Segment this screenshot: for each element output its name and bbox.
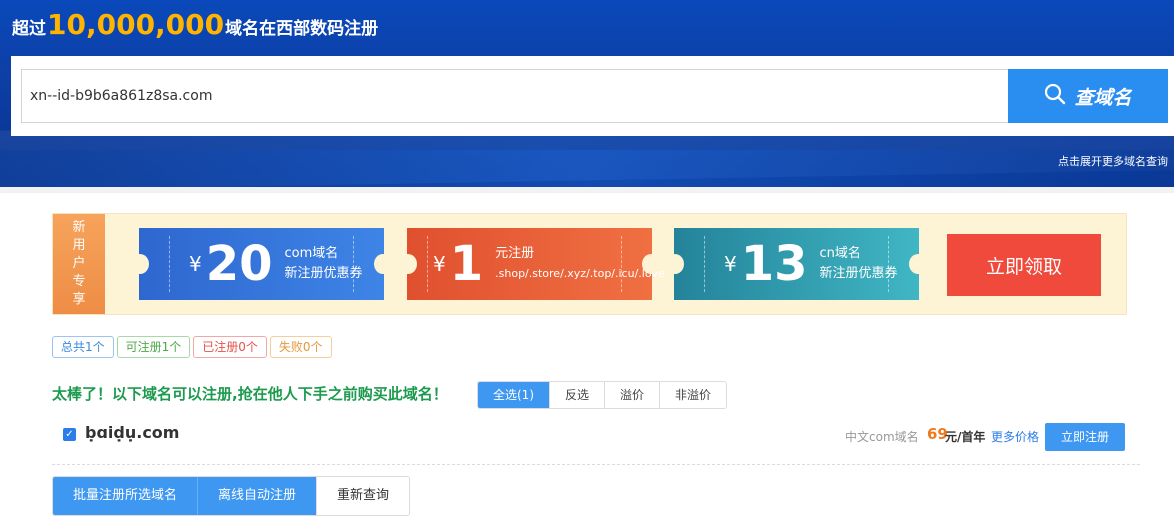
claim-coupons-button[interactable]: 立即领取	[947, 234, 1101, 296]
result-stats: 总共1个 可注册1个 已注册0个 失败0个	[52, 336, 332, 358]
promo-side-char: 享	[72, 292, 86, 307]
stat-failed-badge[interactable]: 失败0个	[269, 336, 332, 358]
filter-premium[interactable]: 溢价	[604, 382, 660, 408]
search-domain-button[interactable]: 查域名	[1008, 69, 1168, 123]
domain-checkbox[interactable]: ✓	[63, 428, 76, 441]
coupon-com[interactable]: ¥ 20 com域名 新注册优惠券	[131, 228, 392, 300]
stat-available-badge[interactable]: 可注册1个	[116, 336, 191, 358]
stat-registered-badge[interactable]: 已注册0个	[193, 336, 267, 358]
new-user-promo: 新 用 户 专 享 ¥ 20 com域名 新注册优惠券 ¥ 1 元注册 .sho…	[52, 213, 1127, 315]
results-panel: 新 用 户 专 享 ¥ 20 com域名 新注册优惠券 ¥ 1 元注册 .sho…	[0, 193, 1174, 531]
coupon-amount: 20	[205, 236, 273, 292]
coupon-one-yuan[interactable]: ¥ 1 元注册 .shop/.store/.xyz/.top/.icu/.lov…	[399, 228, 665, 300]
hero-title: 超过 10,000,000 域名在西部数码注册	[12, 8, 378, 42]
hero-title-prefix: 超过	[12, 19, 46, 39]
expand-more-link[interactable]: 点击展开更多域名查询	[1058, 153, 1168, 169]
price-unit: 元/首年	[945, 430, 986, 444]
coupon-title: com域名	[284, 246, 339, 261]
requery-button[interactable]: 重新查询	[316, 477, 410, 515]
batch-register-button[interactable]: 批量注册所选域名	[53, 477, 198, 515]
stat-total-badge[interactable]: 总共1个	[52, 336, 114, 358]
offline-register-button[interactable]: 离线自动注册	[197, 477, 317, 515]
bulk-actions: 批量注册所选域名 离线自动注册 重新查询	[52, 476, 411, 516]
coupon-amount: 13	[740, 236, 808, 292]
coupon-title: cn域名	[819, 246, 861, 261]
coupon-subtitle: .shop/.store/.xyz/.top/.icu/.love	[495, 267, 665, 280]
coupon-currency: ¥	[433, 252, 446, 276]
search-button-label: 查域名	[1074, 86, 1132, 109]
hero-title-suffix: 域名在西部数码注册	[225, 19, 379, 39]
coupon-currency: ¥	[724, 252, 737, 276]
filter-select-all[interactable]: 全选(1)	[478, 382, 549, 408]
available-headline: 太棒了！以下域名可以注册,抢在他人下手之前购买此域名！	[52, 385, 448, 403]
coupon-cn[interactable]: ¥ 13 cn域名 新注册优惠券	[666, 228, 927, 300]
coupon-subtitle: 新注册优惠券	[819, 266, 898, 281]
promo-side-char: 用	[72, 238, 86, 253]
search-panel: 查域名	[11, 56, 1174, 136]
promo-side-label: 新 用 户 专 享	[53, 214, 113, 314]
domain-type: 中文com域名	[845, 430, 919, 444]
more-price-link[interactable]: 更多价格	[991, 428, 1039, 445]
hero-title-number: 10,000,000	[47, 8, 225, 41]
domain-search-input[interactable]	[21, 69, 1009, 123]
promo-side-char: 户	[72, 256, 86, 271]
promo-side-char: 专	[72, 274, 86, 289]
selection-filter-group: 全选(1) 反选 溢价 非溢价	[477, 381, 728, 409]
coupon-subtitle: 新注册优惠券	[284, 266, 363, 281]
search-icon	[1044, 83, 1066, 110]
filter-invert[interactable]: 反选	[549, 382, 605, 408]
promo-side-char: 新	[72, 220, 86, 235]
coupon-currency: ¥	[189, 252, 202, 276]
coupon-amount: 1	[449, 236, 484, 292]
filter-non-premium[interactable]: 非溢价	[659, 382, 727, 408]
hero-banner: 超过 10,000,000 域名在西部数码注册 查域名 点击展开更多域名查询	[0, 0, 1174, 187]
domain-name: ḅɑiḍụ.com	[85, 423, 180, 442]
coupon-title: 元注册	[495, 246, 535, 261]
register-now-button[interactable]: 立即注册	[1045, 423, 1125, 451]
domain-result-row: ✓ ḅɑiḍụ.com 中文com域名 69 元/首年 更多价格 立即注册	[52, 419, 1140, 465]
